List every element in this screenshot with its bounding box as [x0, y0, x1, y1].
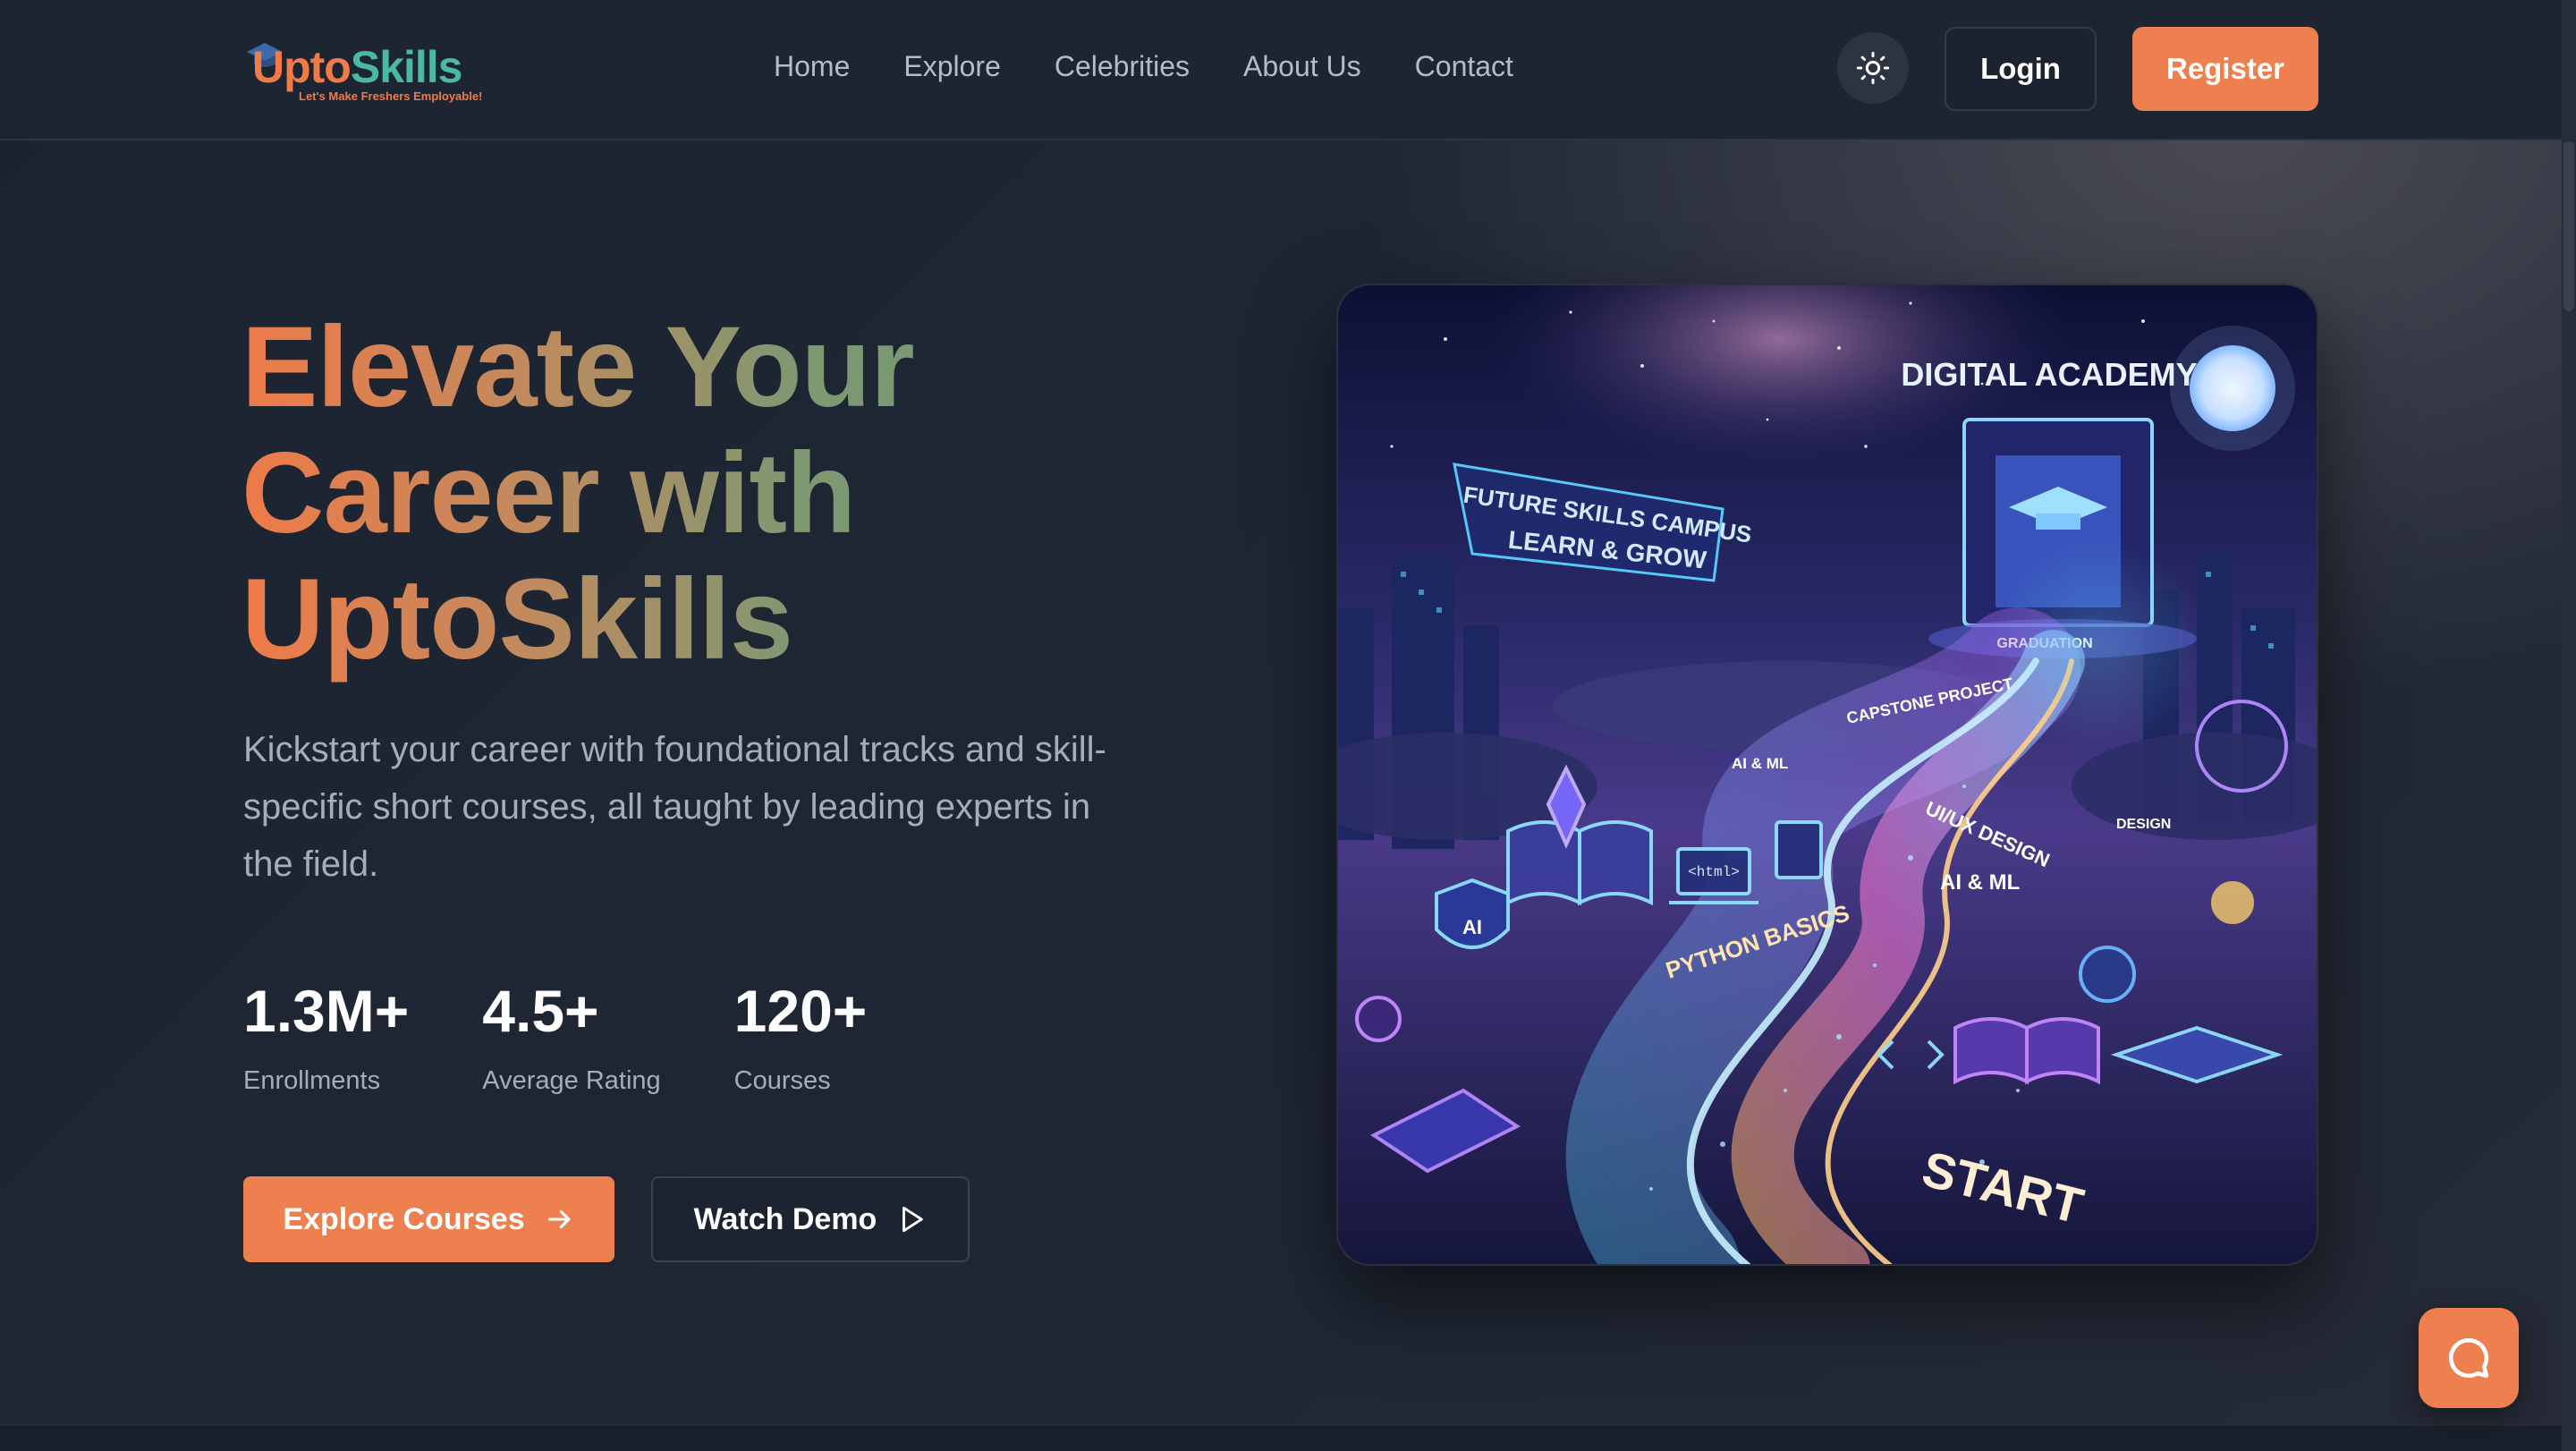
arrow-right-icon	[547, 1209, 571, 1229]
nav-about-us[interactable]: About Us	[1243, 50, 1361, 83]
scrollbar-thumb[interactable]	[2563, 141, 2574, 311]
page-scrollbar[interactable]	[2562, 0, 2576, 1451]
chat-button[interactable]	[2419, 1308, 2519, 1408]
explore-courses-label: Explore Courses	[283, 1201, 525, 1236]
watch-demo-label: Watch Demo	[693, 1201, 877, 1236]
nav-contact[interactable]: Contact	[1415, 50, 1513, 83]
navbar: UptoSkills Let's Make Freshers Employabl…	[0, 0, 2562, 140]
aiml-label: AI & ML	[1940, 870, 2020, 895]
section-divider	[0, 1424, 2562, 1451]
hero-illustration: FUTURE SKILLS CAMPUS LEARN & GROW DIGITA…	[1336, 284, 2318, 1266]
digital-academy-illustration: FUTURE SKILLS CAMPUS LEARN & GROW DIGITA…	[1338, 285, 2317, 1264]
watch-demo-button[interactable]: Watch Demo	[651, 1176, 970, 1262]
stat-rating: 4.5+ Average Rating	[482, 975, 660, 1096]
nav-explore[interactable]: Explore	[903, 50, 1001, 83]
explore-courses-button[interactable]: Explore Courses	[243, 1176, 614, 1262]
nav-home[interactable]: Home	[774, 50, 850, 83]
login-button[interactable]: Login	[1945, 27, 2097, 111]
logo-tagline: Let's Make Freshers Employable!	[299, 89, 483, 103]
html-tag-label: <html>	[1688, 864, 1740, 880]
stat-label: Average Rating	[482, 1066, 661, 1095]
aiml-top-label: AI & ML	[1732, 755, 1788, 772]
stat-value: 4.5+	[482, 978, 599, 1044]
hero-description: Kickstart your career with foundational …	[243, 730, 1106, 884]
stat-label: Courses	[733, 1066, 831, 1095]
register-button[interactable]: Register	[2132, 27, 2318, 111]
academy-sign: DIGITAL ACADEMY	[1901, 356, 2197, 393]
design-label: DESIGN	[2116, 817, 2171, 832]
stat-label: Enrollments	[243, 1066, 381, 1095]
chat-bubble-icon	[2448, 1337, 2489, 1379]
stat-courses: 120+ Courses	[734, 975, 868, 1096]
play-icon	[902, 1206, 924, 1233]
theme-toggle-button[interactable]	[1837, 32, 1909, 104]
logo-wordmark: UptoSkills	[252, 42, 462, 92]
landing-page: UptoSkills Let's Make Freshers Employabl…	[0, 0, 2576, 1451]
main-nav: Home Explore Celebrities About Us Contac…	[774, 50, 1513, 83]
hero-title: Elevate Your Career with UptoSkills	[242, 304, 1136, 683]
nav-celebrities[interactable]: Celebrities	[1055, 50, 1190, 83]
stat-enrollments: 1.3M+ Enrollments	[243, 975, 409, 1096]
ai-badge: AI	[1462, 916, 1482, 938]
sun-icon	[1856, 51, 1890, 85]
stat-value: 120+	[733, 978, 868, 1044]
stat-value: 1.3M+	[243, 978, 410, 1044]
stats-row: 1.3M+ Enrollments 4.5+ Average Rating 12…	[243, 975, 940, 1096]
brand-logo[interactable]: UptoSkills Let's Make Freshers Employabl…	[243, 34, 494, 107]
